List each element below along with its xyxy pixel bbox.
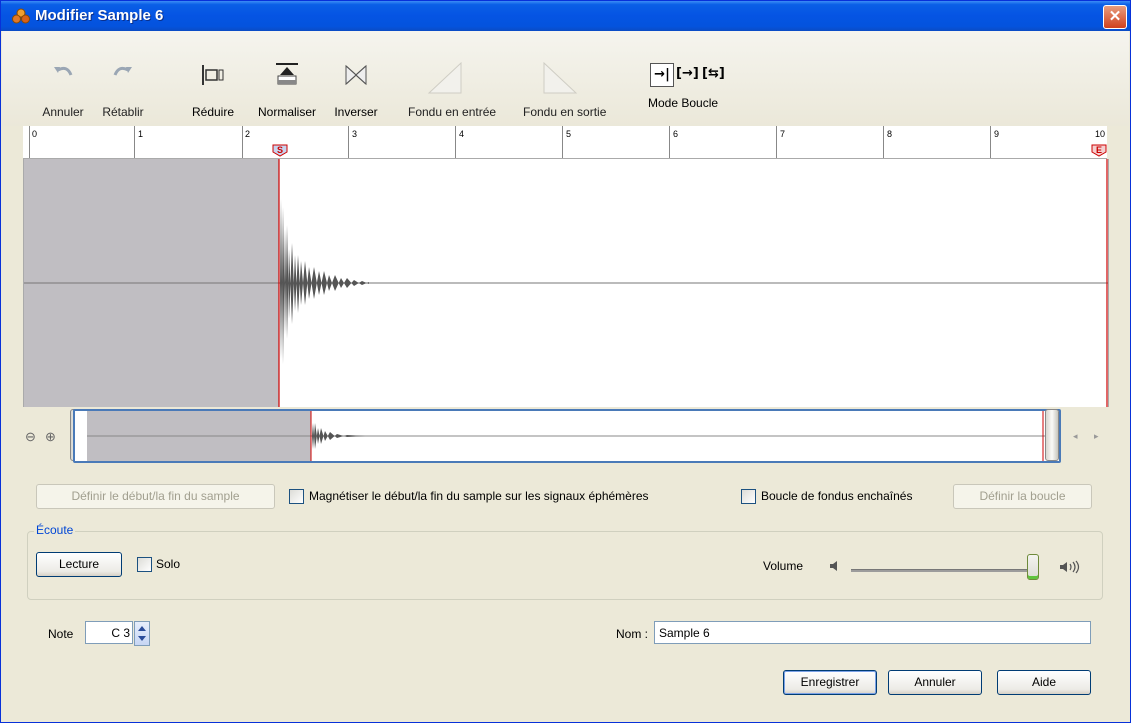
name-value: Sample 6 xyxy=(659,626,710,640)
fade-out-label: Fondu en sortie xyxy=(523,105,607,119)
ruler-tick xyxy=(242,126,243,158)
magnetize-label: Magnétiser le début/la fin du sample sur… xyxy=(309,489,649,503)
name-field[interactable]: Sample 6 xyxy=(654,621,1091,644)
sample-start-marker[interactable]: S xyxy=(272,144,288,157)
ruler-tick-label: 9 xyxy=(994,129,1000,139)
toolbar: Annuler Rétablir Réduire Normaliser Inve… xyxy=(2,31,1129,126)
ruler-tick-label: 1 xyxy=(138,129,144,139)
sample-end-marker-label: E xyxy=(1095,145,1102,155)
set-loop-button[interactable]: Définir la boucle xyxy=(953,484,1092,509)
loop-mode-forward-button[interactable]: →| xyxy=(650,63,674,87)
modifier-sample-dialog: Modifier Sample 6 ✕ Annuler Rétablir Réd… xyxy=(0,0,1131,723)
waveform-overview[interactable] xyxy=(73,409,1061,463)
reduce-label: Réduire xyxy=(191,105,235,119)
app-logo-icon xyxy=(12,8,30,24)
help-button[interactable]: Aide xyxy=(997,670,1091,695)
ruler-tick xyxy=(990,126,991,158)
volume-slider-track[interactable] xyxy=(851,569,1035,572)
scroll-left-arrow-icon[interactable]: ◂ xyxy=(1073,431,1078,442)
redo-label: Rétablir xyxy=(102,105,144,119)
sample-start-marker-label: S xyxy=(276,145,283,155)
crossfade-loop-label: Boucle de fondus enchaînés xyxy=(761,489,913,503)
normalize-icon xyxy=(264,61,310,89)
note-value: C 3 xyxy=(111,626,130,640)
listen-group-title: Écoute xyxy=(34,523,76,537)
ruler-tick xyxy=(29,126,30,158)
ruler-tick-label: 10 xyxy=(1095,129,1106,139)
note-label: Note xyxy=(48,627,74,641)
scroll-right-arrow-icon[interactable]: ▸ xyxy=(1094,431,1099,442)
ruler-tick xyxy=(669,126,670,158)
zoom-out-icon[interactable]: ⊖ xyxy=(25,429,36,445)
invert-button[interactable]: Inverser xyxy=(333,31,379,126)
waveform-trace xyxy=(280,199,369,364)
waveform-editor[interactable] xyxy=(23,159,1109,407)
close-button[interactable]: ✕ xyxy=(1103,5,1127,29)
ruler-tick-label: 6 xyxy=(673,129,679,139)
ruler-tick xyxy=(883,126,884,158)
volume-low-icon xyxy=(829,560,841,575)
title-bar[interactable]: Modifier Sample 6 ✕ xyxy=(1,1,1130,31)
set-sample-bounds-button[interactable]: Définir le début/la fin du sample xyxy=(36,484,275,509)
zoom-in-icon[interactable]: ⊕ xyxy=(45,429,56,445)
loop-mode-loop-button[interactable]: [→] xyxy=(676,63,699,85)
invert-icon xyxy=(333,61,379,89)
ruler-tick-label: 0 xyxy=(32,129,38,139)
volume-label: Volume xyxy=(763,559,804,573)
normalize-button[interactable]: Normaliser xyxy=(258,31,316,126)
cancel-button[interactable]: Annuler xyxy=(888,670,982,695)
solo-checkbox[interactable] xyxy=(137,557,152,572)
volume-high-icon xyxy=(1059,560,1083,577)
solo-label: Solo xyxy=(156,557,181,571)
listen-group xyxy=(27,531,1103,600)
ruler-tick-label: 2 xyxy=(245,129,251,139)
invert-label: Inverser xyxy=(334,105,378,119)
ruler-tick xyxy=(562,126,563,158)
normalize-label: Normaliser xyxy=(257,105,316,119)
ruler-tick-label: 4 xyxy=(459,129,465,139)
redo-button[interactable]: Rétablir xyxy=(100,31,146,126)
ruler-tick xyxy=(134,126,135,158)
volume-slider-thumb[interactable] xyxy=(1027,554,1039,580)
ruler-tick-label: 8 xyxy=(887,129,893,139)
ruler-tick-label: 7 xyxy=(780,129,786,139)
play-button[interactable]: Lecture xyxy=(36,552,122,577)
loop-mode-label: Mode Boucle xyxy=(648,96,719,110)
name-label: Nom : xyxy=(616,627,649,641)
note-spinner[interactable] xyxy=(134,621,150,646)
ruler-tick xyxy=(348,126,349,158)
undo-icon xyxy=(40,61,86,89)
ruler-tick-label: 3 xyxy=(352,129,358,139)
time-ruler[interactable]: 0 1 2 3 4 5 6 7 8 9 10 S E xyxy=(23,126,1107,159)
note-field[interactable]: C 3 xyxy=(85,621,133,644)
reduce-button[interactable]: Réduire xyxy=(190,31,236,126)
sample-end-marker[interactable]: E xyxy=(1091,144,1107,157)
fade-out-button[interactable]: Fondu en sortie xyxy=(523,31,606,126)
fade-in-icon xyxy=(422,61,468,94)
window-title: Modifier Sample 6 xyxy=(35,7,164,24)
crossfade-loop-checkbox[interactable] xyxy=(741,489,756,504)
loop-mode-pingpong-button[interactable]: [⇆] xyxy=(702,63,725,85)
ruler-tick xyxy=(776,126,777,158)
spinner-arrows-icon xyxy=(138,626,146,641)
fade-in-label: Fondu en entrée xyxy=(408,105,497,119)
ruler-tick xyxy=(455,126,456,158)
fade-in-button[interactable]: Fondu en entrée xyxy=(408,31,496,126)
ruler-tick-label: 5 xyxy=(566,129,572,139)
magnetize-checkbox[interactable] xyxy=(289,489,304,504)
save-button[interactable]: Enregistrer xyxy=(783,670,877,695)
overview-right-handle[interactable] xyxy=(1045,409,1059,461)
trim-icon xyxy=(190,61,236,89)
overview-waveform-trace xyxy=(312,423,365,449)
redo-icon xyxy=(100,61,146,89)
undo-button[interactable]: Annuler xyxy=(40,31,86,126)
fade-out-icon xyxy=(537,61,583,94)
